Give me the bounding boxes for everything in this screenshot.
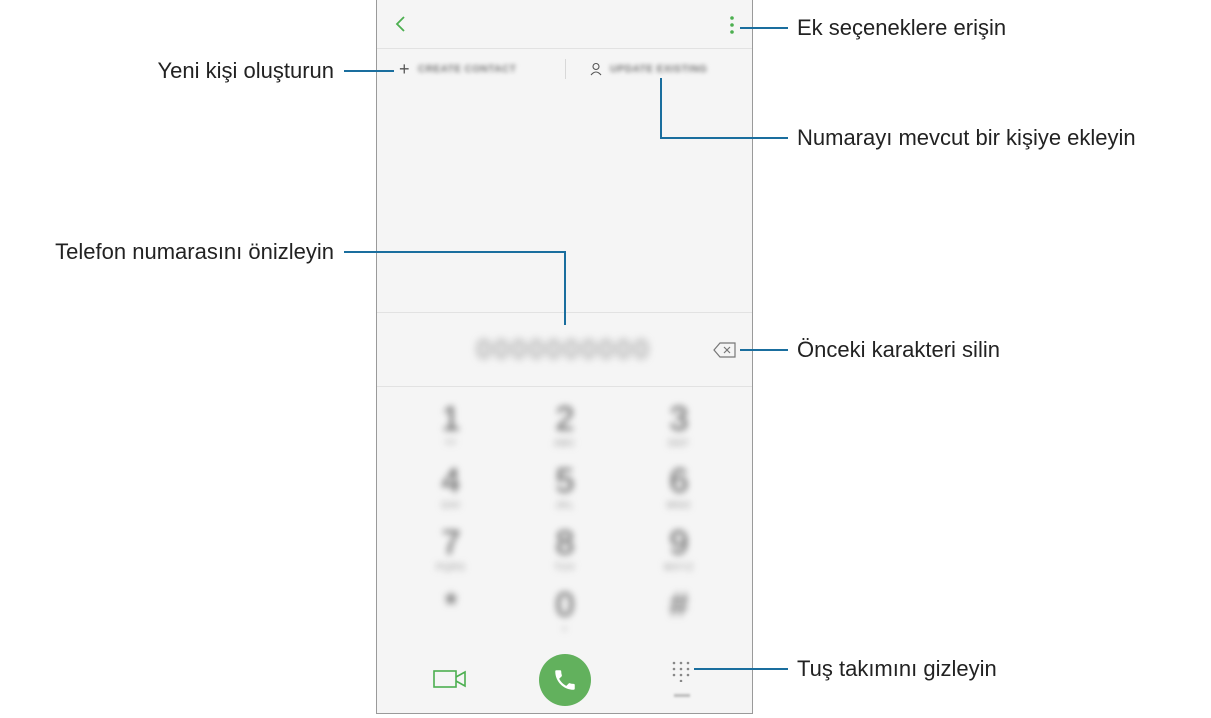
dialpad-icon[interactable] — [670, 660, 692, 682]
callout-delete-char: Önceki karakteri silin — [797, 337, 1000, 362]
key-2[interactable]: 2 ABC — [535, 400, 595, 452]
key-star[interactable]: * — [421, 586, 481, 638]
backspace-icon[interactable] — [713, 342, 737, 358]
create-contact-button[interactable]: + CREATE CONTACT — [399, 59, 516, 79]
key-4[interactable]: 4 GHI — [421, 462, 481, 514]
callout-hide-keypad: Tuş takımını gizleyin — [797, 656, 997, 681]
key-6[interactable]: 6 MNO — [649, 462, 709, 514]
callout-line-delete-char — [740, 349, 788, 351]
callout-add-existing: Numarayı mevcut bir kişiye ekleyin — [797, 125, 1136, 150]
dialpad-underline — [674, 694, 690, 697]
callout-line-add-existing-v — [660, 78, 662, 138]
phone-icon — [555, 670, 575, 690]
plus-icon: + — [399, 58, 411, 79]
callout-line-add-existing-h — [660, 137, 788, 139]
callout-line-hide-keypad — [694, 668, 788, 670]
person-icon — [590, 62, 602, 76]
callout-line-preview-h — [344, 251, 566, 253]
phone-screen: + CREATE CONTACT UPDATE EXISTING 0000000… — [376, 0, 753, 714]
bottom-bar — [377, 646, 752, 710]
action-row: + CREATE CONTACT UPDATE EXISTING — [377, 49, 752, 89]
create-contact-label: CREATE CONTACT — [418, 63, 517, 75]
callout-line-create-contact — [344, 70, 394, 72]
key-8[interactable]: 8 TUV — [535, 524, 595, 576]
key-7[interactable]: 7 PQRS — [421, 524, 481, 576]
update-existing-label: UPDATE EXISTING — [610, 63, 708, 75]
key-9[interactable]: 9 WXYZ — [649, 524, 709, 576]
key-hash[interactable]: # — [649, 586, 709, 638]
update-existing-button[interactable]: UPDATE EXISTING — [590, 59, 707, 79]
number-preview: 0000000000 — [476, 333, 652, 364]
callout-more-options: Ek seçeneklere erişin — [797, 15, 1007, 40]
more-options-icon[interactable] — [728, 15, 736, 35]
top-bar — [377, 0, 752, 49]
key-0[interactable]: 0 + — [535, 586, 595, 638]
callout-line-preview-v — [564, 251, 566, 325]
action-divider — [565, 59, 566, 79]
key-1[interactable]: 1 ᴼᴼ — [421, 400, 481, 452]
callout-preview-number: Telefon numarasını önizleyin — [55, 239, 334, 264]
call-button[interactable] — [539, 654, 591, 706]
video-call-icon[interactable] — [433, 668, 467, 690]
key-5[interactable]: 5 JKL — [535, 462, 595, 514]
callout-create-contact: Yeni kişi oluşturun — [157, 58, 334, 83]
back-icon[interactable] — [391, 14, 411, 34]
key-3[interactable]: 3 DEF — [649, 400, 709, 452]
callout-line-more-options — [740, 27, 788, 29]
keypad: 1 ᴼᴼ 2 ABC 3 DEF 4 GHI 5 JKL 6 MNO 7 PQRS 8 TUV … — [377, 400, 752, 640]
